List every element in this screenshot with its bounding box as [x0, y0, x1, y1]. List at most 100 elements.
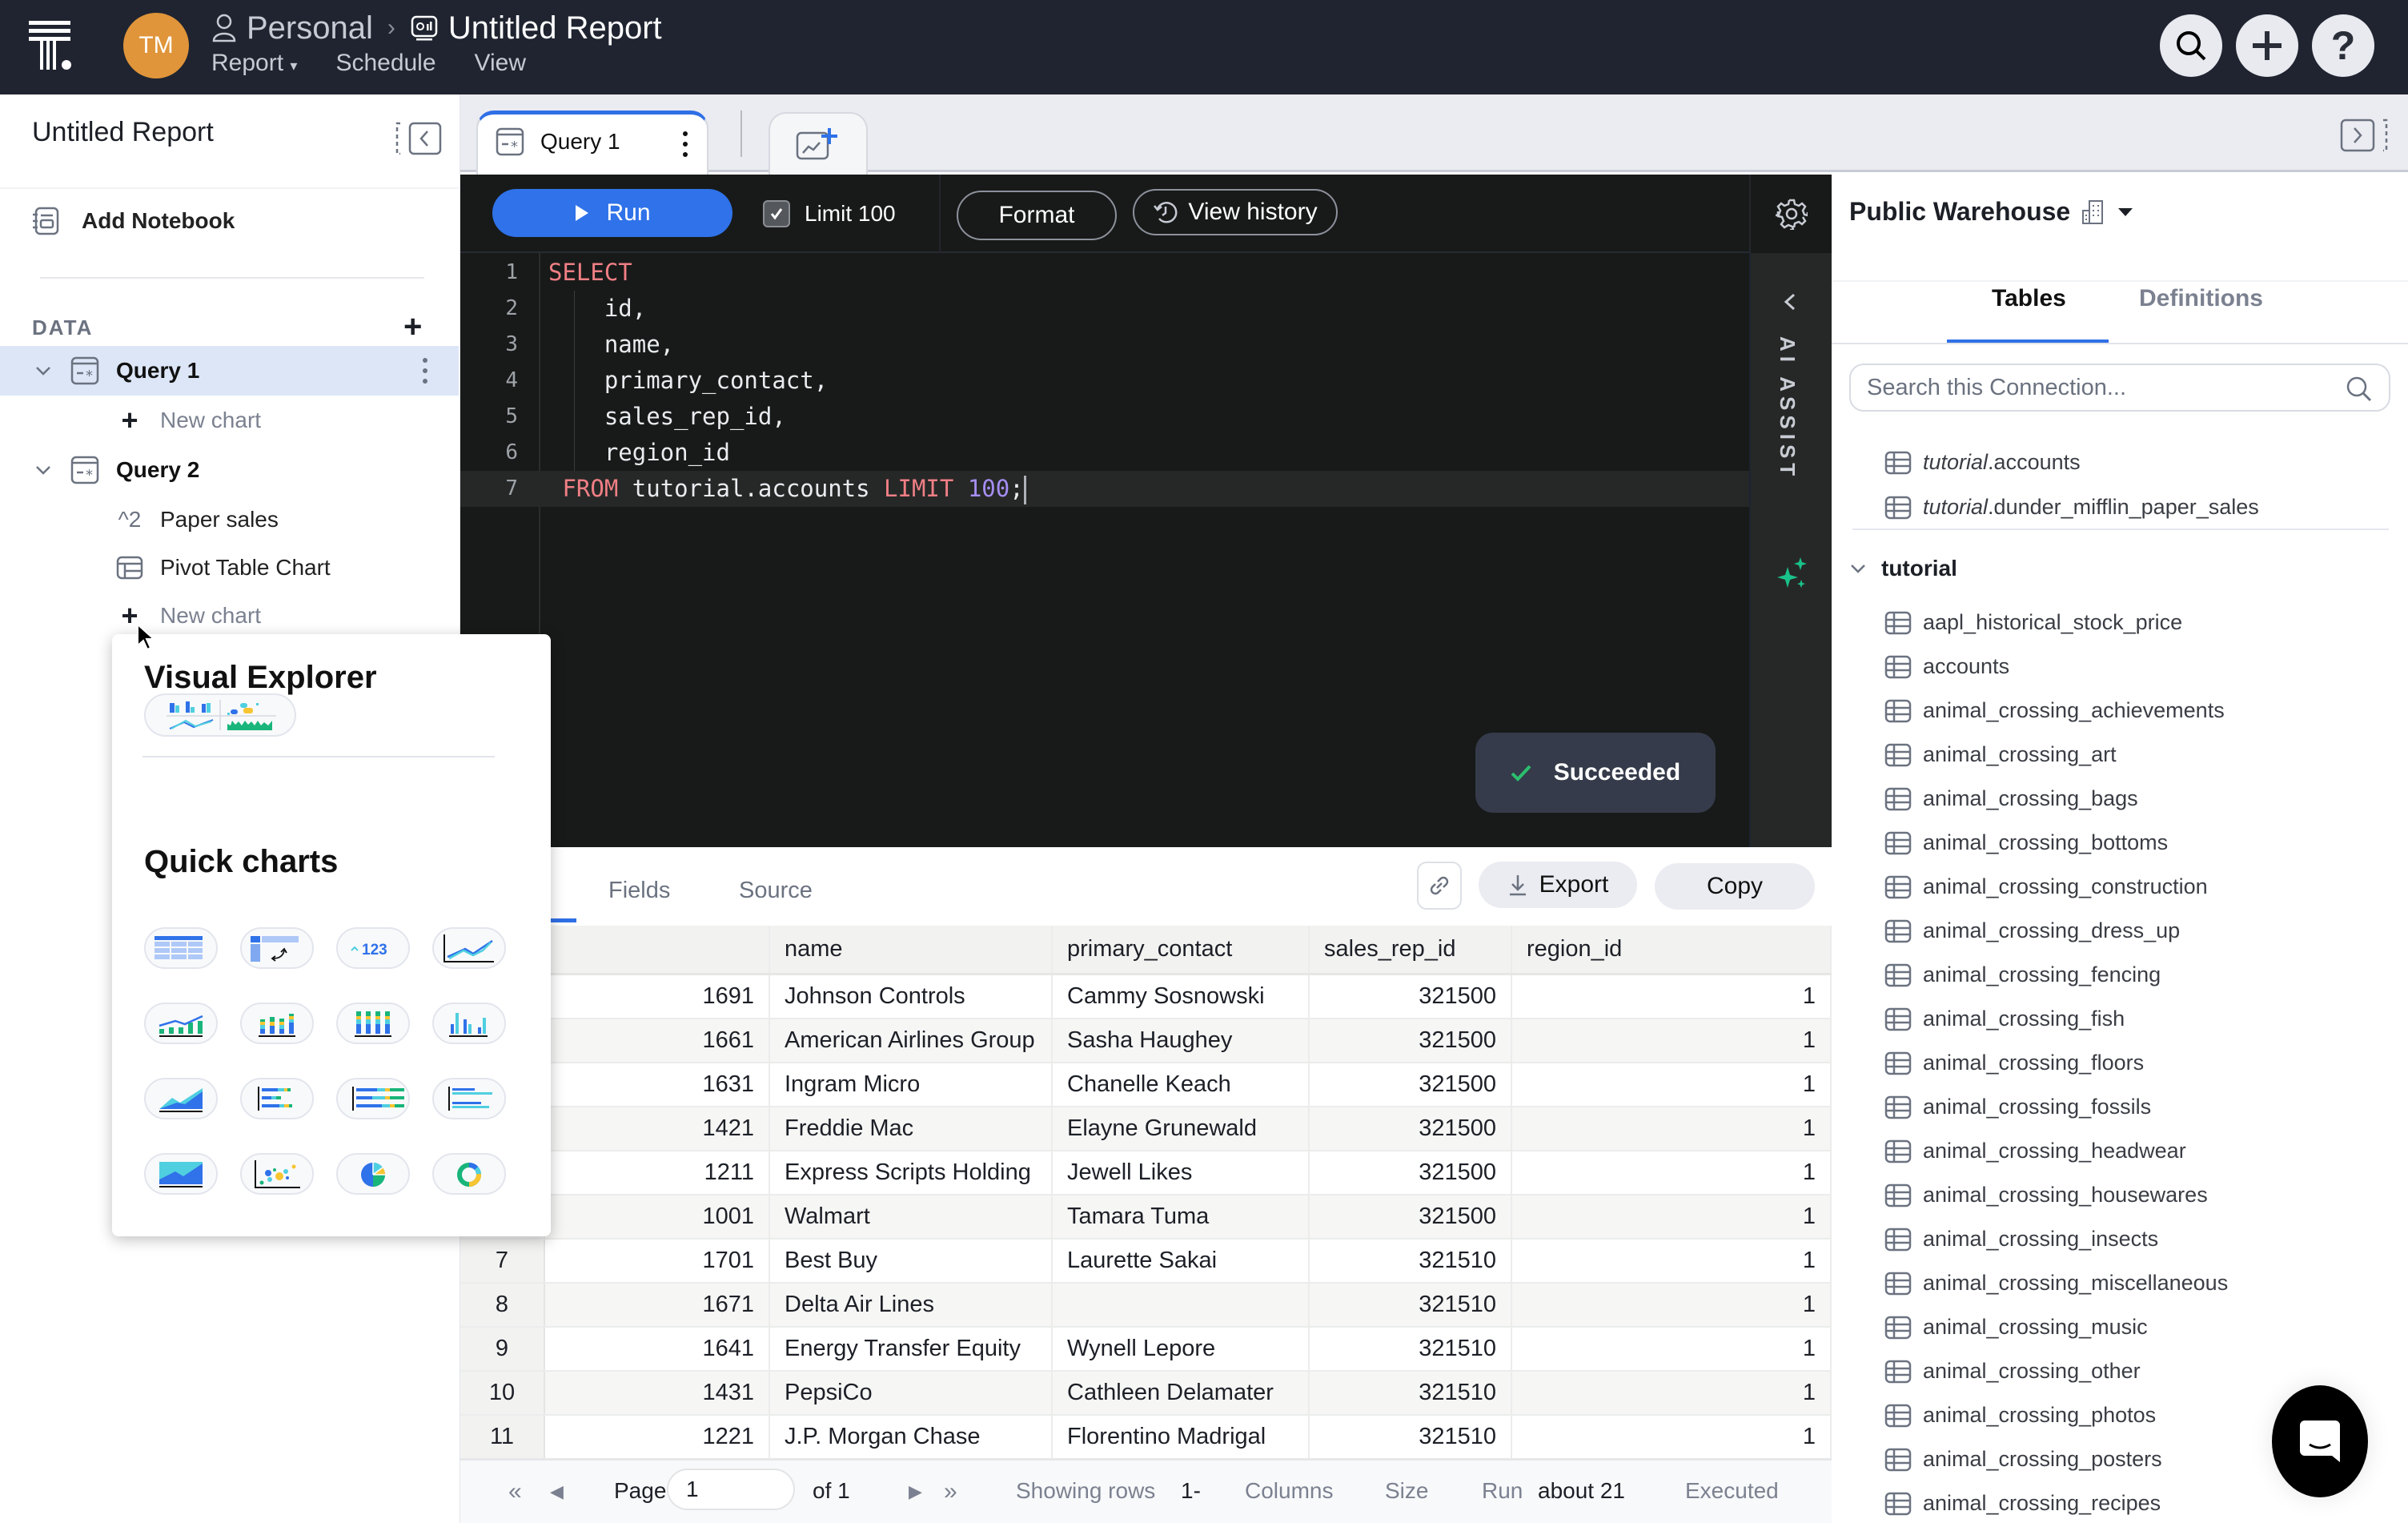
schema-table-item[interactable]: animal_crossing_housewares	[1884, 1183, 2208, 1208]
menu-schedule[interactable]: Schedule	[335, 50, 435, 77]
table-cell-primary-contact[interactable]	[1053, 1284, 1310, 1326]
quick-chart-scatter[interactable]	[240, 1153, 314, 1195]
table-cell-region-id[interactable]: 1	[1512, 975, 1832, 1018]
chevron-down-icon[interactable]	[34, 460, 53, 480]
table-row[interactable]: 41421Freddie MacElayne Grunewald3215001	[460, 1107, 1832, 1151]
quick-chart-stacked-bar-100[interactable]	[336, 1003, 410, 1044]
table-cell-sales-rep-id[interactable]: 321500	[1310, 1063, 1512, 1106]
table-cell-region-id[interactable]: 1	[1512, 1328, 1832, 1370]
menu-view[interactable]: View	[475, 50, 526, 77]
first-page-button[interactable]: «	[508, 1478, 522, 1505]
table-cell-sales-rep-id[interactable]: 321500	[1310, 1107, 1512, 1150]
format-button[interactable]: Format	[957, 191, 1117, 240]
schema-table-item[interactable]: animal_crossing_bottoms	[1884, 830, 2168, 855]
code-line[interactable]: 6 region_id	[460, 435, 1749, 471]
table-cell-name[interactable]: Delta Air Lines	[770, 1284, 1053, 1326]
column-header[interactable]: primary_contact	[1053, 926, 1310, 973]
table-row[interactable]: 11 1221 J.P. Morgan Chase Florentino Madrig…	[460, 1416, 1832, 1460]
avatar[interactable]: TM	[123, 13, 189, 78]
table-cell-region-id[interactable]: 1	[1512, 1284, 1832, 1326]
favorite-table[interactable]: tutorial.dunder_mifflin_paper_sales	[1884, 495, 2259, 520]
table-row[interactable]: 8 1671 Delta Air Lines 321510 1	[460, 1284, 1832, 1328]
schema-table-item[interactable]: animal_crossing_recipes	[1884, 1491, 2161, 1516]
quick-chart-stacked-bar[interactable]	[240, 1003, 314, 1044]
table-row[interactable]: 7 1701 Best Buy Laurette Sakai 321510 1	[460, 1240, 1832, 1284]
breadcrumb-workspace[interactable]: Personal	[247, 10, 373, 46]
report-title[interactable]: Untitled Report	[448, 10, 662, 46]
schema-table-item[interactable]: animal_crossing_insects	[1884, 1227, 2158, 1252]
quick-chart-table[interactable]	[144, 927, 218, 969]
quick-chart-line[interactable]	[432, 927, 506, 969]
quick-chart-pie[interactable]	[336, 1153, 410, 1195]
quick-chart-big-number[interactable]: 123	[336, 927, 410, 969]
code-line[interactable]: 7 FROM tutorial.accounts LIMIT 100;	[460, 471, 1749, 507]
table-cell-sales-rep-id[interactable]: 321510	[1310, 1284, 1512, 1326]
table-cell-primary-contact[interactable]: Cathleen Delamater	[1053, 1372, 1310, 1414]
table-cell-id[interactable]: 1691	[545, 975, 770, 1018]
table-cell-region-id[interactable]: 1	[1512, 1151, 1832, 1194]
table-cell-id[interactable]: 1211	[545, 1151, 770, 1194]
support-chat-button[interactable]	[2272, 1385, 2368, 1497]
column-header[interactable]: name	[770, 926, 1053, 973]
table-row[interactable]: 31631Ingram MicroChanelle Keach3215001	[460, 1063, 1832, 1107]
table-cell-primary-contact[interactable]: Tamara Tuma	[1053, 1195, 1310, 1238]
create-button[interactable]	[2236, 14, 2298, 77]
search-icon[interactable]	[2346, 376, 2373, 403]
table-row[interactable]: 10 1431 PepsiCo Cathleen Delamater 321510 1	[460, 1372, 1832, 1416]
schema-table-item[interactable]: animal_crossing_fish	[1884, 1007, 2125, 1031]
table-row[interactable]: 21661American Airlines GroupSasha Haughe…	[460, 1019, 1832, 1063]
menu-report[interactable]: Report ▾	[211, 50, 297, 77]
chart-item-paper-sales[interactable]: ^2 Paper sales	[0, 495, 459, 545]
new-chart-query-1[interactable]: + New chart	[0, 396, 459, 445]
search-button[interactable]	[2160, 14, 2222, 77]
tab-query-1[interactable]: * Query 1	[476, 111, 708, 175]
quick-chart-donut[interactable]	[432, 1153, 506, 1195]
code-line[interactable]: 2 id,	[460, 291, 1749, 327]
table-cell-id[interactable]: 1701	[545, 1240, 770, 1282]
quick-chart-horizontal-bar[interactable]	[432, 1078, 506, 1119]
prev-page-button[interactable]: ◀	[550, 1481, 564, 1502]
tab-options-icon[interactable]	[681, 131, 689, 158]
column-header[interactable]: region_id	[1512, 926, 1832, 973]
table-cell-name[interactable]: PepsiCo	[770, 1372, 1053, 1414]
quick-chart-stacked-horizontal-bar[interactable]	[240, 1078, 314, 1119]
table-cell-id[interactable]: 1671	[545, 1284, 770, 1326]
table-cell-sales-rep-id[interactable]: 321500	[1310, 975, 1512, 1018]
code-line[interactable]: 1 SELECT	[460, 255, 1749, 291]
schema-table-item[interactable]: animal_crossing_fencing	[1884, 962, 2161, 987]
table-cell-primary-contact[interactable]: Wynell Lepore	[1053, 1328, 1310, 1370]
schema-table-item[interactable]: animal_crossing_other	[1884, 1359, 2141, 1384]
warehouse-selector[interactable]: Public Warehouse	[1849, 197, 2134, 227]
limit-checkbox[interactable]: Limit 100	[763, 200, 896, 227]
table-cell-name[interactable]: Walmart	[770, 1195, 1053, 1238]
table-cell-sales-rep-id[interactable]: 321510	[1310, 1328, 1512, 1370]
table-cell-id[interactable]: 1221	[545, 1416, 770, 1458]
table-cell-name[interactable]: Express Scripts Holding	[770, 1151, 1053, 1194]
schema-table-item[interactable]: animal_crossing_construction	[1884, 874, 2208, 899]
schema-table-item[interactable]: animal_crossing_achievements	[1884, 698, 2225, 723]
table-cell-id[interactable]: 1421	[545, 1107, 770, 1150]
table-cell-region-id[interactable]: 1	[1512, 1372, 1832, 1414]
help-button[interactable]: ?	[2312, 14, 2374, 77]
tab-definitions[interactable]: Definitions	[2139, 285, 2263, 312]
schema-table-item[interactable]: accounts	[1884, 654, 2009, 679]
table-cell-primary-contact[interactable]: Sasha Haughey	[1053, 1019, 1310, 1062]
schema-table-item[interactable]: animal_crossing_fossils	[1884, 1095, 2151, 1119]
code-line[interactable]: 4 primary_contact,	[460, 363, 1749, 399]
table-cell-id[interactable]: 1661	[545, 1019, 770, 1062]
tab-source[interactable]: Source	[739, 878, 813, 904]
table-row[interactable]: 9 1641 Energy Transfer Equity Wynell Lepore…	[460, 1328, 1832, 1372]
next-page-button[interactable]: ▶	[909, 1481, 922, 1502]
schema-table-item[interactable]: animal_crossing_bags	[1884, 786, 2138, 811]
table-cell-name[interactable]: Best Buy	[770, 1240, 1053, 1282]
tab-tables[interactable]: Tables	[1992, 285, 2066, 312]
view-history-button[interactable]: View history	[1133, 189, 1338, 235]
chart-item-pivot-table[interactable]: Pivot Table Chart	[0, 543, 459, 593]
page-number-input[interactable]: 1	[667, 1469, 795, 1510]
quick-chart-stacked-horizontal-bar-100[interactable]	[336, 1078, 410, 1119]
table-cell-sales-rep-id[interactable]: 321500	[1310, 1195, 1512, 1238]
schema-table-item[interactable]: animal_crossing_floors	[1884, 1051, 2144, 1075]
table-cell-id[interactable]: 1631	[545, 1063, 770, 1106]
table-cell-region-id[interactable]: 1	[1512, 1416, 1832, 1458]
tab-fields[interactable]: Fields	[608, 878, 670, 904]
